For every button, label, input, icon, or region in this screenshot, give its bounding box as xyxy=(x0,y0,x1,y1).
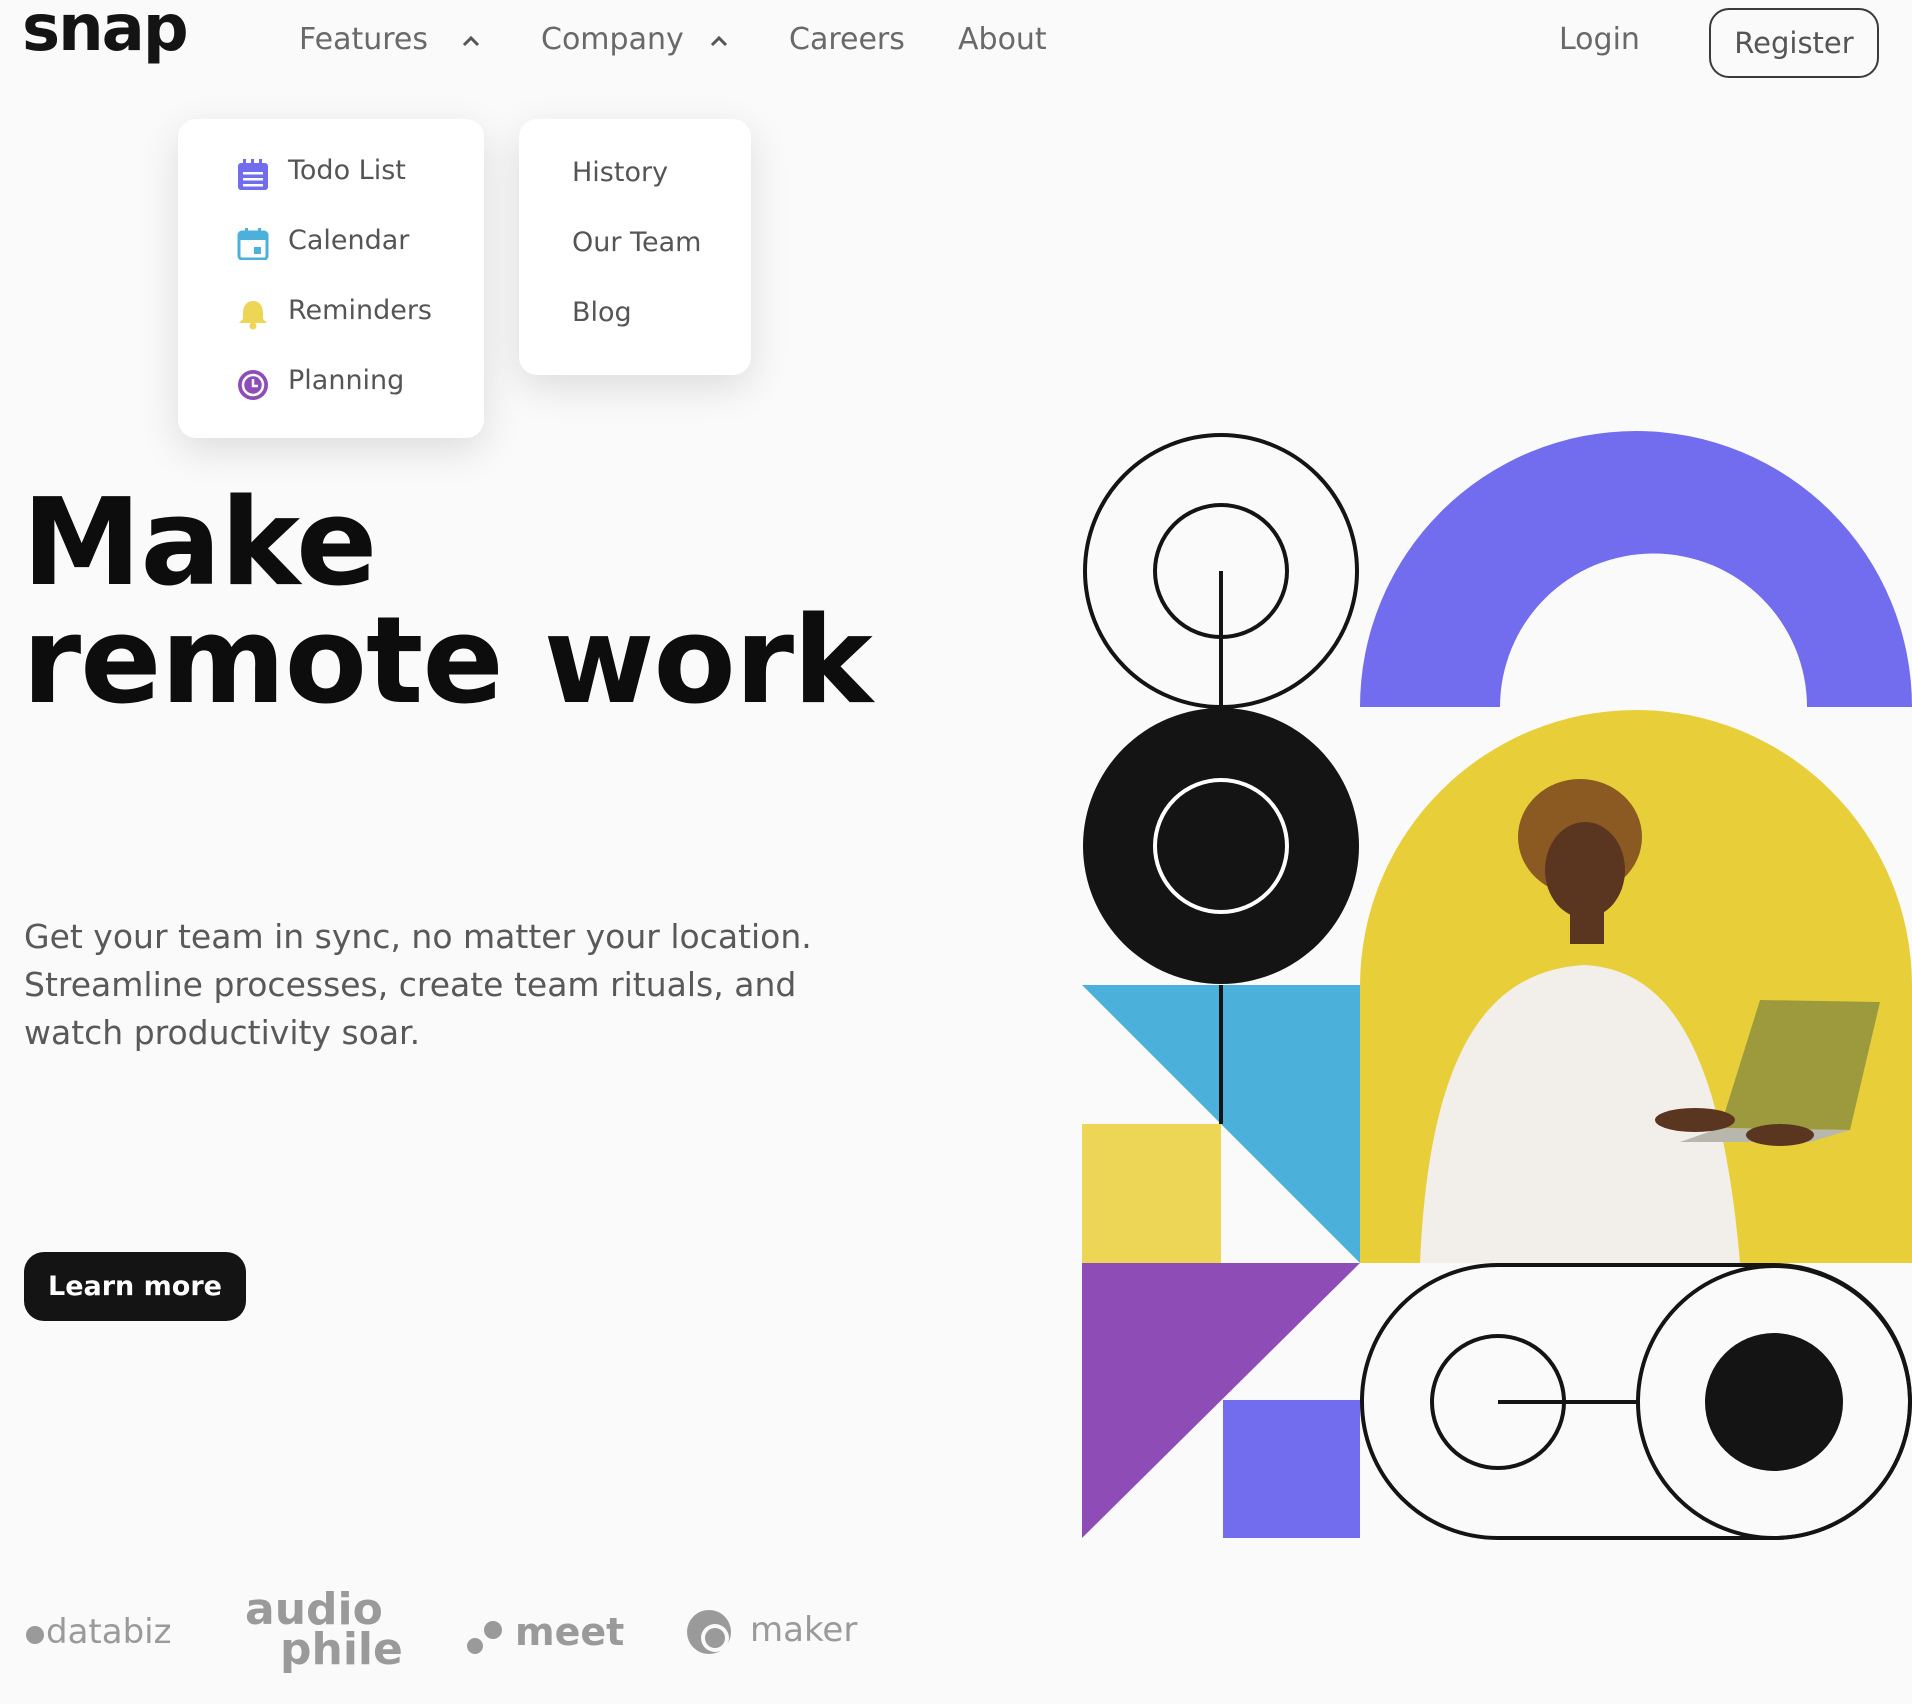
dropdown-item-history[interactable]: History xyxy=(572,157,668,188)
nav-company[interactable]: Company xyxy=(541,22,684,57)
chevron-up-icon[interactable] xyxy=(458,28,484,54)
client-meet-text: meet xyxy=(515,1610,625,1654)
hero-description: Get your team in sync, no matter your lo… xyxy=(24,917,812,1052)
client-maker-text: maker xyxy=(750,1610,858,1650)
menu-item-label: Todo List xyxy=(288,155,406,186)
todo-icon xyxy=(238,159,268,190)
features-dropdown: Todo List Calendar Reminders Planning xyxy=(178,119,484,438)
hero-title-line2: remote work xyxy=(22,592,873,731)
calendar-icon xyxy=(237,228,269,260)
nav-about[interactable]: About xyxy=(958,22,1047,57)
register-button[interactable]: Register xyxy=(1709,8,1879,78)
clock-icon xyxy=(238,370,268,400)
bell-icon xyxy=(239,301,267,330)
hero-illustration xyxy=(1082,431,1912,1540)
menu-item-label: Calendar xyxy=(288,225,410,256)
login-link[interactable]: Login xyxy=(1559,22,1640,57)
dropdown-item-blog[interactable]: Blog xyxy=(572,297,632,328)
learn-more-button[interactable]: Learn more xyxy=(24,1252,246,1321)
nav-features[interactable]: Features xyxy=(299,22,428,57)
meet-dots-icon xyxy=(467,1621,502,1654)
logo[interactable]: snap xyxy=(22,0,189,66)
client-audiophile-bottom: phile xyxy=(280,1624,403,1675)
databiz-dot-icon xyxy=(26,1626,44,1644)
company-dropdown: History Our Team Blog xyxy=(519,119,751,375)
client-databiz-text: databiz xyxy=(46,1612,172,1652)
menu-item-label: Reminders xyxy=(288,295,432,326)
maker-circle-icon xyxy=(687,1610,731,1654)
dropdown-item-our-team[interactable]: Our Team xyxy=(572,227,701,258)
chevron-up-icon[interactable] xyxy=(706,28,732,54)
hero-title-line1: Make xyxy=(22,474,377,613)
nav-careers[interactable]: Careers xyxy=(789,22,905,57)
menu-item-label: Planning xyxy=(288,365,405,396)
